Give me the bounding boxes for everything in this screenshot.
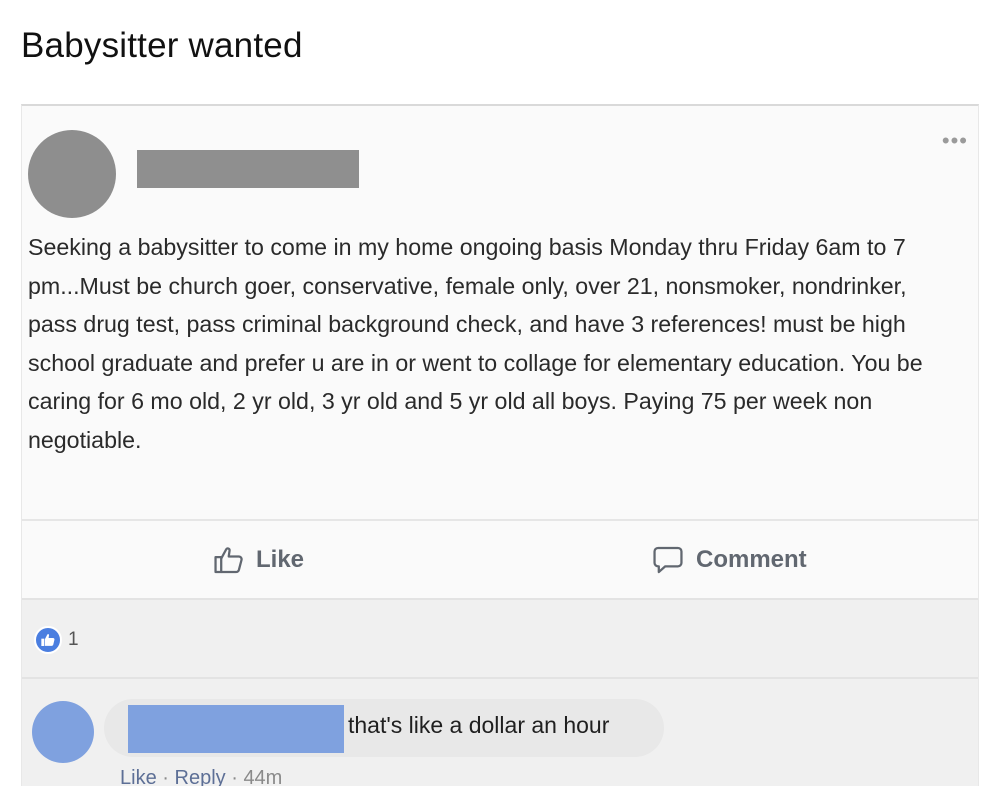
comment-like-link[interactable]: Like [120,767,157,786]
like-label: Like [256,546,305,573]
divider [22,677,978,679]
divider [22,519,978,521]
avatar[interactable] [28,130,116,218]
comment-bubble: that's like a dollar an hour [104,699,664,757]
comment-button[interactable]: Comment [650,540,807,580]
more-options-icon[interactable]: ••• [942,130,968,152]
comment-label: Comment [696,546,807,573]
reaction-count[interactable]: 1 [68,629,79,651]
comments-section: 1 that's like a dollar an hour Like · Re… [22,598,978,786]
separator: · [162,767,169,786]
like-reaction-icon[interactable] [34,626,62,654]
comment-actions: Like · Reply · 44m [120,767,282,786]
like-button[interactable]: Like [212,540,304,580]
speech-bubble-icon [653,546,683,574]
separator: · [231,767,238,786]
commenter-avatar[interactable] [32,701,94,763]
comment-timestamp: 44m [243,767,283,786]
thumbs-up-icon [214,547,243,574]
page-title: Babysitter wanted [21,26,303,65]
comment-text: that's like a dollar an hour [348,712,610,738]
redacted-commenter-name [128,705,344,753]
comment-reply-link[interactable]: Reply [175,767,226,786]
redacted-poster-name [137,150,359,188]
facebook-post-card: ••• Seeking a babysitter to come in my h… [21,104,979,786]
post-body: Seeking a babysitter to come in my home … [28,234,923,453]
